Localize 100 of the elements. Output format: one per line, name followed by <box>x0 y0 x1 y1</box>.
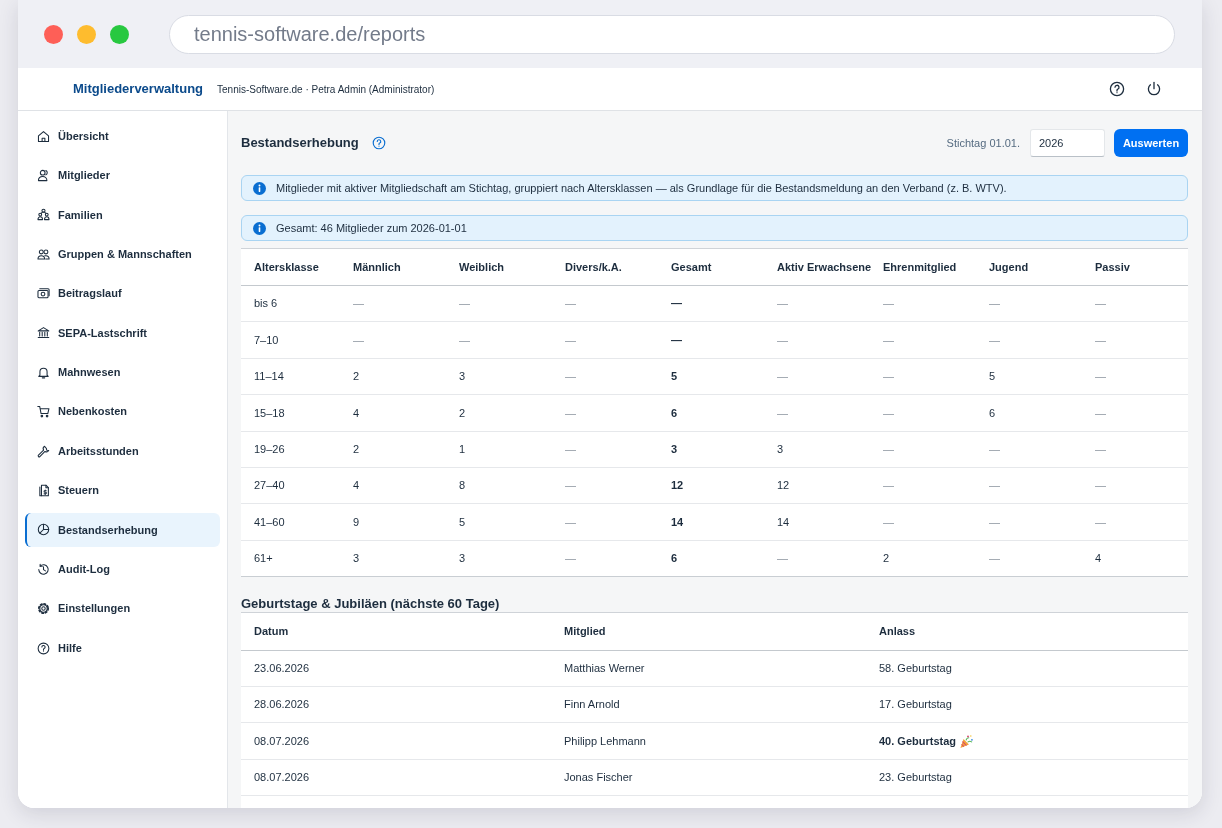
cart-icon <box>37 405 50 419</box>
table-cell: 9 <box>340 503 446 541</box>
table-cell: — <box>976 431 1082 468</box>
sidebar-item[interactable]: SEPA-Lastschrift <box>25 315 220 350</box>
evaluate-button[interactable]: Auswerten <box>1114 129 1188 157</box>
close-window-button[interactable] <box>44 24 63 44</box>
table-cell: 6 <box>658 394 764 432</box>
column-header: Aktiv Erwachsene <box>764 248 870 286</box>
table-cell: Finn Arnold <box>551 686 866 723</box>
table-cell: — <box>764 285 870 322</box>
table-cell: 4 <box>340 467 446 504</box>
minimize-window-button[interactable] <box>77 24 96 44</box>
table-cell: 1 <box>446 431 552 468</box>
column-header: Altersklasse <box>241 248 340 286</box>
table-cell: 23.06.2026 <box>241 650 551 687</box>
table-cell: 41–60 <box>241 503 340 541</box>
info-icon <box>253 181 266 195</box>
help-icon <box>371 136 386 150</box>
table-cell: — <box>976 285 1082 322</box>
table-cell: 19–26 <box>241 431 340 468</box>
table-cell: — <box>764 321 870 359</box>
table-cell: — <box>552 285 658 322</box>
sidebar-item[interactable]: Mitglieder <box>25 158 220 193</box>
table-cell: 6 <box>658 540 764 577</box>
table-cell: — <box>552 431 658 468</box>
table-cell: — <box>552 394 658 432</box>
sidebar-item[interactable]: Arbeitsstunden <box>25 434 220 469</box>
user-context: Tennis-Software.de · Petra Admin (Administrator) <box>217 82 435 97</box>
sidebar-item[interactable]: Mahnwesen <box>25 355 220 390</box>
sidebar-item[interactable]: Gruppen & Mannschaften <box>25 237 220 272</box>
table-cell: — <box>870 285 976 322</box>
table-cell: 2 <box>340 358 446 395</box>
gear-icon <box>37 602 50 616</box>
table-cell: Philipp Lehmann <box>551 722 866 760</box>
table-cell: — <box>764 540 870 577</box>
table-cell: — <box>870 321 976 359</box>
maximize-window-button[interactable] <box>110 24 129 44</box>
history-icon <box>37 562 50 576</box>
table-cell: Jonas Fischer <box>551 759 866 796</box>
table-cell: 8 <box>446 467 552 504</box>
table-cell: — <box>1082 394 1188 432</box>
table-cell: Matthias Werner <box>551 650 866 687</box>
table-cell: 7–10 <box>241 321 340 359</box>
column-header: Weiblich <box>446 248 552 286</box>
sidebar-item[interactable]: Einstellungen <box>25 591 220 626</box>
power-icon <box>1146 81 1162 97</box>
table-cell-text: 58. Geburtstag <box>879 661 952 677</box>
help-button[interactable] <box>1109 81 1125 97</box>
table-cell: 2 <box>340 431 446 468</box>
wrench-icon <box>37 444 50 458</box>
column-header: Jugend <box>976 248 1082 286</box>
table-cell: 61+ <box>241 540 340 577</box>
table-cell: — <box>1082 467 1188 504</box>
table-cell: — <box>446 285 552 322</box>
column-header: Datum <box>241 613 551 651</box>
sidebar-item[interactable]: Übersicht <box>25 119 220 153</box>
table-cell: 14 <box>764 503 870 541</box>
table-cell: 5 <box>976 358 1082 395</box>
person-icon <box>37 168 50 182</box>
banknote-icon <box>37 287 50 301</box>
table-cell: 2 <box>870 540 976 577</box>
table-cell: — <box>552 467 658 504</box>
column-header: Divers/k.A. <box>552 248 658 286</box>
column-header: Männlich <box>340 248 446 286</box>
info-text: Gesamt: 46 Mitglieder zum 2026-01-01 <box>276 220 467 236</box>
table-cell: 08.07.2026 <box>241 759 551 796</box>
logout-button[interactable] <box>1146 81 1162 97</box>
table-cell: 5 <box>658 358 764 395</box>
sidebar-item[interactable]: Hilfe <box>25 631 220 666</box>
table-cell: 3 <box>658 431 764 468</box>
sidebar-item[interactable]: Steuern <box>25 473 220 508</box>
sidebar-item[interactable]: Audit-Log <box>25 552 220 587</box>
table-cell: — <box>764 358 870 395</box>
table-cell: 3 <box>764 431 870 468</box>
address-bar[interactable]: tennis-software.de/reports <box>169 14 1175 54</box>
column-header: Anlass <box>866 613 1188 651</box>
pie-chart-icon <box>37 523 50 537</box>
table-cell: 3 <box>446 358 552 395</box>
table-cell: — <box>340 285 446 322</box>
table-cell: — <box>552 358 658 395</box>
table-cell-text: 17. Geburtstag <box>879 697 952 713</box>
table-cell: — <box>870 431 976 468</box>
column-header: Gesamt <box>658 248 764 286</box>
table-cell: 27–40 <box>241 467 340 504</box>
sidebar-item[interactable]: Familien <box>25 197 220 232</box>
year-field[interactable]: 2026 <box>1030 129 1105 157</box>
table-cell: 15–18 <box>241 394 340 432</box>
table-cell: — <box>1082 321 1188 359</box>
table-cell: bis 6 <box>241 285 340 322</box>
table-cell: — <box>870 358 976 395</box>
table-cell: 12 <box>658 467 764 504</box>
bank-icon <box>37 326 50 340</box>
sidebar-item[interactable]: Nebenkosten <box>25 394 220 429</box>
column-header: Passiv <box>1082 248 1188 286</box>
table-cell: — <box>552 503 658 541</box>
table-cell: — <box>446 321 552 359</box>
table-cell: — <box>1082 503 1188 541</box>
sidebar-item[interactable]: Bestandserhebung <box>25 512 220 547</box>
app-title: Mitgliederverwaltung <box>73 80 204 99</box>
sidebar-item[interactable]: Beitragslauf <box>25 276 220 311</box>
